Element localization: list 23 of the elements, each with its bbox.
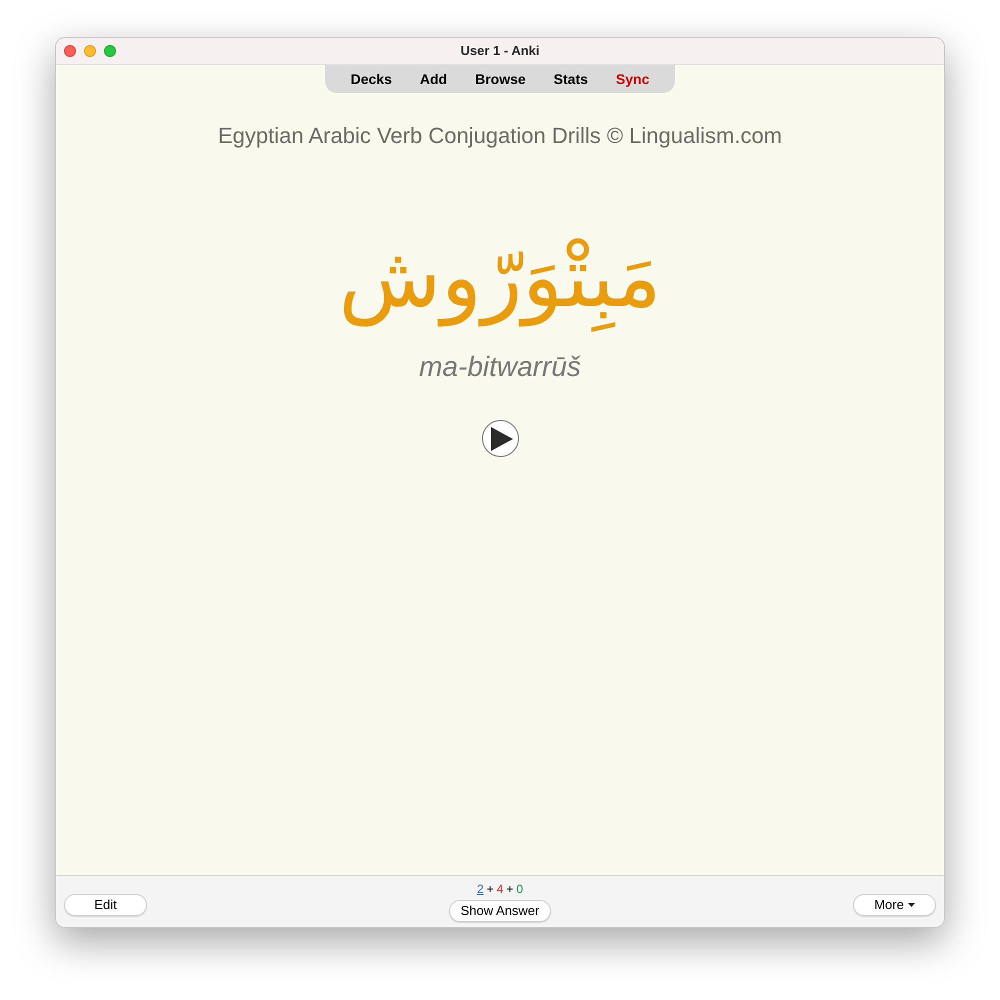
arabic-word: مَبِتْوَرّوش [338,222,662,332]
close-button[interactable] [64,45,76,57]
play-button[interactable] [482,420,518,457]
toolbar-link[interactable]: Stats [540,68,602,90]
window-title: User 1 - Anki [460,42,540,60]
zoom-button[interactable] [104,45,116,57]
plus-sign: + [506,882,514,896]
transliteration: ma-bitwarrūš [419,350,581,384]
more-button[interactable]: More [853,894,936,916]
toolbar-link[interactable]: Browse [461,68,540,90]
minimize-button[interactable] [84,45,96,57]
caret-down-icon [908,902,915,906]
edit-button[interactable]: Edit [64,894,147,916]
due-count: 0 [516,882,524,896]
toolbar-link[interactable]: Add [406,68,462,90]
play-icon [490,426,512,450]
toolbar-link[interactable]: Decks [336,68,406,90]
show-answer-button[interactable]: Show Answer [449,900,551,922]
plus-sign: + [486,882,494,896]
due-count: 2 [476,882,484,896]
due-count: 4 [496,882,504,896]
deck-title: Egyptian Arabic Verb Conjugation Drills © Lingualism.com [218,122,782,150]
toolbar-link[interactable]: Sync [602,68,664,90]
